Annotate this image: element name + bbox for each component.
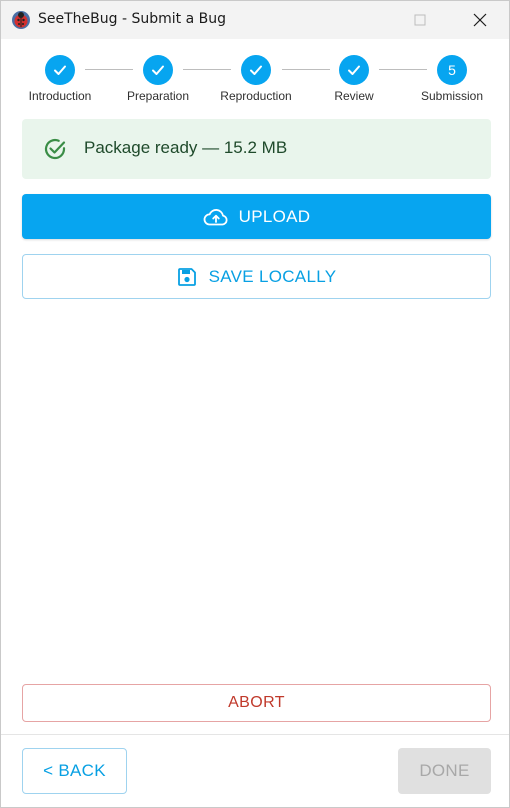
close-button[interactable] xyxy=(451,1,509,39)
ladybug-icon xyxy=(12,11,30,29)
footer-divider xyxy=(1,734,509,735)
wizard-stepper: Introduction Preparation Reproduction Re… xyxy=(1,39,509,109)
step-review: Review xyxy=(304,55,404,103)
maximize-button[interactable] xyxy=(391,1,449,39)
back-label: < BACK xyxy=(43,761,106,780)
save-locally-label: SAVE LOCALLY xyxy=(208,266,337,286)
minimize-button[interactable] xyxy=(333,1,391,39)
cloud-upload-icon xyxy=(203,208,228,225)
close-icon xyxy=(473,13,487,27)
abort-button[interactable]: ABORT xyxy=(22,684,491,722)
check-icon xyxy=(152,65,164,75)
window-title: SeeTheBug - Submit a Bug xyxy=(38,11,226,27)
status-message: Package ready — 15.2 MB xyxy=(84,138,288,157)
minimize-icon xyxy=(357,19,367,21)
step-introduction: Introduction xyxy=(10,55,110,103)
done-label: DONE xyxy=(419,761,470,780)
back-button[interactable]: < BACK xyxy=(22,748,127,794)
step-number-indicator: 5 xyxy=(437,55,467,85)
maximize-icon xyxy=(414,14,426,26)
step-complete-indicator xyxy=(143,55,173,85)
save-locally-button[interactable]: SAVE LOCALLY xyxy=(22,254,491,299)
package-ready-alert: Package ready — 15.2 MB xyxy=(22,119,491,179)
floppy-disk-icon xyxy=(177,267,196,286)
check-icon xyxy=(54,65,66,75)
step-label: Review xyxy=(334,89,374,103)
step-label: Preparation xyxy=(126,89,190,103)
step-complete-indicator xyxy=(45,55,75,85)
step-complete-indicator xyxy=(339,55,369,85)
abort-label: ABORT xyxy=(228,694,285,711)
app-window: SeeTheBug - Submit a Bug Introduction Pr… xyxy=(0,0,510,808)
step-label: Reproduction xyxy=(220,89,292,103)
done-button[interactable]: DONE xyxy=(398,748,491,794)
step-preparation: Preparation xyxy=(108,55,208,103)
upload-button[interactable]: UPLOAD xyxy=(22,194,491,239)
step-reproduction: Reproduction xyxy=(206,55,306,103)
step-submission: 5 Submission xyxy=(402,55,502,103)
check-circle-icon xyxy=(44,138,66,160)
step-label: Introduction xyxy=(28,89,92,103)
step-complete-indicator xyxy=(241,55,271,85)
title-bar: SeeTheBug - Submit a Bug xyxy=(1,1,509,39)
step-label: Submission xyxy=(420,89,484,103)
check-icon xyxy=(250,65,262,75)
upload-label: UPLOAD xyxy=(238,206,311,226)
check-icon xyxy=(348,65,360,75)
